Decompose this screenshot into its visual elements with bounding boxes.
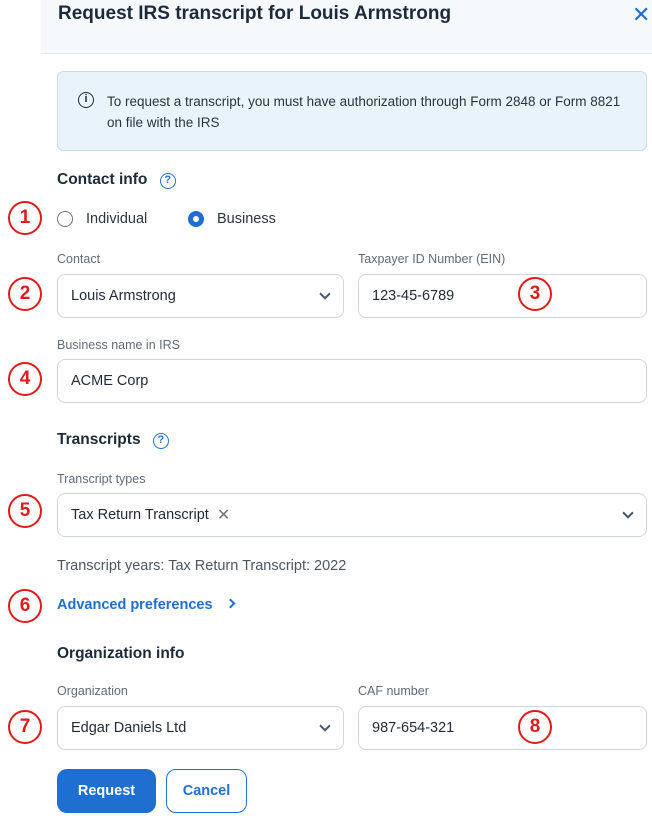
transcripts-heading: Transcripts ?	[57, 431, 169, 449]
annotation-marker-1: 1	[8, 201, 42, 235]
remove-chip-icon[interactable]: ✕	[217, 505, 230, 525]
annotation-marker-3: 3	[518, 277, 552, 311]
business-name-input[interactable]: ACME Corp	[57, 359, 647, 403]
transcript-types-label: Transcript types	[57, 472, 146, 486]
contact-select[interactable]: Louis Armstrong	[57, 274, 344, 318]
business-name-label: Business name in IRS	[57, 338, 180, 352]
modal-header: Request IRS transcript for Louis Armstro…	[41, 0, 652, 54]
annotation-marker-6: 6	[8, 589, 42, 623]
radio-business-label: Business	[217, 211, 276, 227]
contact-select-value: Louis Armstrong	[71, 288, 176, 304]
advanced-preferences-label: Advanced preferences	[57, 597, 213, 613]
transcript-type-chip: Tax Return Transcript	[71, 507, 209, 523]
annotation-marker-4: 4	[8, 362, 42, 396]
transcript-types-select[interactable]: Tax Return Transcript ✕	[57, 493, 647, 537]
advanced-preferences-link[interactable]: Advanced preferences	[57, 597, 236, 613]
radio-business[interactable]: Business	[188, 211, 276, 227]
cancel-button[interactable]: Cancel	[166, 769, 247, 813]
info-banner: i To request a transcript, you must have…	[57, 71, 647, 151]
ein-input-value: 123-45-6789	[372, 288, 455, 304]
radio-unchecked-icon	[57, 211, 73, 227]
chevron-down-icon	[622, 507, 634, 519]
radio-individual-label: Individual	[86, 211, 148, 227]
help-icon[interactable]: ?	[159, 173, 176, 189]
info-icon: i	[78, 92, 94, 108]
modal-title: Request IRS transcript for Louis Armstro…	[58, 3, 452, 24]
ein-label: Taxpayer ID Number (EIN)	[358, 252, 506, 266]
help-icon[interactable]: ?	[152, 433, 169, 449]
chevron-right-icon	[225, 598, 236, 609]
ein-input[interactable]: 123-45-6789	[358, 274, 647, 318]
transcript-years-text: Transcript years: Tax Return Transcript:…	[57, 558, 347, 574]
organization-heading: Organization info	[57, 645, 185, 662]
caf-input-value: 987-654-321	[372, 720, 455, 736]
chevron-down-icon	[319, 720, 331, 732]
contact-label: Contact	[57, 252, 101, 266]
radio-individual[interactable]: Individual	[57, 211, 147, 227]
info-text: To request a transcript, you must have a…	[107, 94, 621, 130]
close-icon[interactable]: ✕	[632, 2, 650, 28]
contact-info-title: Contact info	[57, 171, 148, 188]
chevron-down-icon	[319, 288, 331, 300]
transcripts-title: Transcripts	[57, 431, 141, 448]
contact-info-heading: Contact info ?	[57, 171, 176, 189]
radio-checked-icon	[188, 211, 204, 227]
request-button[interactable]: Request	[57, 769, 156, 813]
organization-select[interactable]: Edgar Daniels Ltd	[57, 706, 344, 750]
organization-label: Organization	[57, 684, 128, 698]
annotation-marker-7: 7	[8, 710, 42, 744]
annotation-marker-8: 8	[518, 710, 552, 744]
caf-label: CAF number	[358, 684, 429, 698]
annotation-marker-2: 2	[8, 277, 42, 311]
organization-select-value: Edgar Daniels Ltd	[71, 720, 187, 736]
business-name-value: ACME Corp	[71, 373, 149, 389]
annotation-marker-5: 5	[8, 494, 42, 528]
caf-input[interactable]: 987-654-321	[358, 706, 647, 750]
